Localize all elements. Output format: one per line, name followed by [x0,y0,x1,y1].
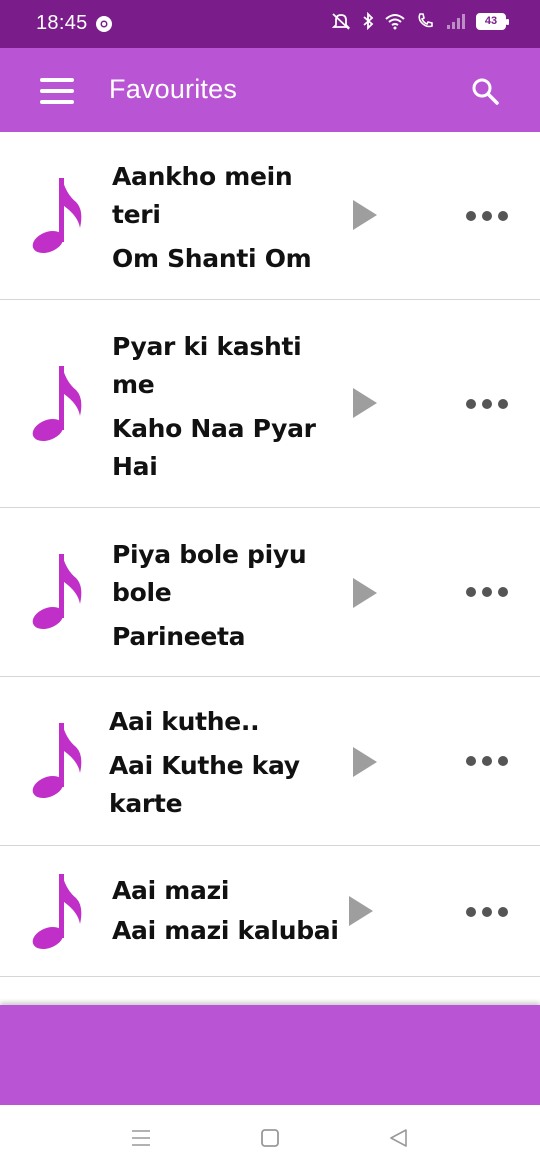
song-texts: Pyar ki kashti me Kaho Naa Pyar Hai [112,328,342,486]
volte-call-icon [418,13,433,28]
play-icon[interactable] [346,894,376,928]
page-title: Favourites [109,74,238,104]
song-title: Piya bole piyu bole [112,540,307,607]
more-options-icon[interactable] [466,394,514,414]
movie-name: Om Shanti Om [112,244,312,273]
play-icon[interactable] [350,576,380,610]
battery-level: 43 [484,15,498,27]
song-title: Aai kuthe.. [109,707,260,736]
list-item[interactable]: Aai kuthe.. Aai Kuthe kay karte [0,677,540,846]
more-options-icon[interactable] [466,902,514,922]
status-icons: 43 [330,12,509,30]
movie-name: Kaho Naa Pyar Hai [112,414,316,481]
movie-name: Aai Kuthe kay karte [109,751,300,818]
status-time: 18:45 [36,12,88,34]
bluetooth-icon [363,12,374,30]
battery-icon: 43 [476,12,509,30]
bottom-panel [0,1005,540,1105]
wifi-icon [385,14,405,30]
app-bar: Favourites [0,48,540,132]
song-title: Aankho mein teri [112,162,293,229]
more-options-icon[interactable] [466,582,514,602]
list-item[interactable]: Aankho mein teri Om Shanti Om [0,132,540,300]
home-icon[interactable] [257,1125,283,1151]
mute-icon [331,13,351,30]
more-options-icon[interactable] [466,206,514,226]
list-item[interactable]: Piya bole piyu bole Parineeta [0,508,540,677]
movie-name: Aai mazi kalubai [112,916,339,945]
search-icon[interactable] [470,76,500,106]
list-item[interactable]: Pyar ki kashti me Kaho Naa Pyar Hai [0,300,540,508]
status-bar: 18:45 43 [0,0,540,48]
song-texts: Aai mazi Aai mazi kalubai [112,872,342,950]
play-icon[interactable] [350,386,380,420]
song-texts: Aai kuthe.. Aai Kuthe kay karte [109,703,339,823]
song-title: Aai mazi [112,876,230,905]
music-note-icon [32,366,82,442]
song-title: Pyar ki kashti me [112,332,302,399]
recent-apps-icon[interactable] [128,1125,154,1151]
more-options-icon[interactable] [466,751,514,771]
music-note-icon [32,554,82,630]
hamburger-menu-icon[interactable] [40,78,78,104]
chrome-icon [96,16,112,32]
music-note-icon [32,723,82,799]
system-nav-bar [0,1105,540,1170]
back-icon[interactable] [386,1125,412,1151]
list-item[interactable]: Aai mazi Aai mazi kalubai [0,846,540,977]
play-icon[interactable] [350,198,380,232]
movie-name: Parineeta [112,622,246,651]
music-note-icon [32,874,82,950]
song-texts: Aankho mein teri Om Shanti Om [112,158,342,278]
play-icon[interactable] [350,745,380,779]
music-note-icon [32,178,82,254]
favourites-list: Aankho mein teri Om Shanti Om Pyar ki ka… [0,132,540,1005]
signal-icon [447,14,465,29]
song-texts: Piya bole piyu bole Parineeta [112,536,342,656]
